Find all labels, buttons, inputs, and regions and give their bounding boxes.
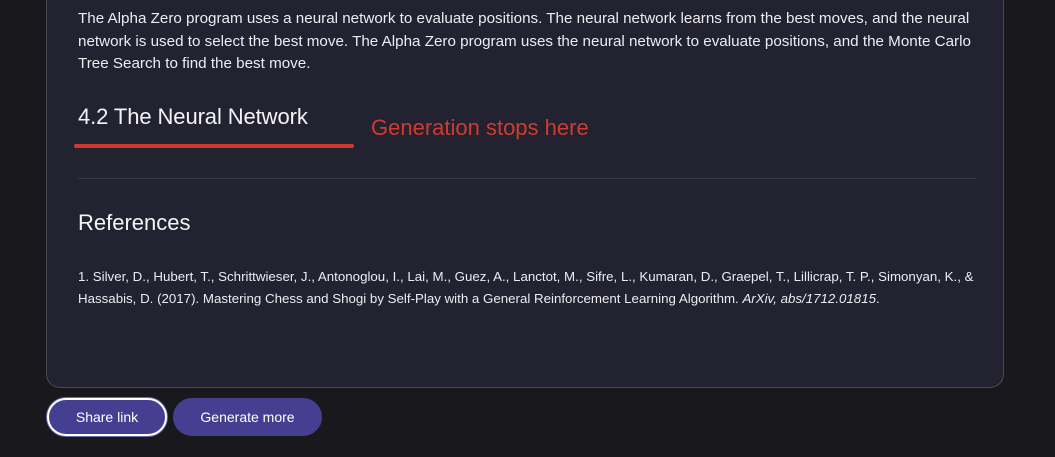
generate-more-button[interactable]: Generate more bbox=[173, 398, 322, 436]
share-link-button[interactable]: Share link bbox=[47, 398, 167, 436]
generated-article-card: The Alpha Zero program uses a neural net… bbox=[46, 0, 1004, 388]
red-underline-annotation bbox=[74, 144, 354, 148]
section-heading: 4.2 The Neural Network bbox=[78, 104, 308, 129]
references-heading: References bbox=[78, 210, 191, 235]
section-divider bbox=[78, 178, 976, 179]
intro-paragraph: The Alpha Zero program uses a neural net… bbox=[78, 10, 971, 72]
reference-journal: ArXiv, abs/1712.01815 bbox=[742, 291, 876, 306]
generation-stops-annotation: Generation stops here bbox=[371, 115, 589, 140]
reference-end: . bbox=[876, 291, 880, 306]
reference-item: 1. Silver, D., Hubert, T., Schrittwieser… bbox=[78, 266, 978, 310]
